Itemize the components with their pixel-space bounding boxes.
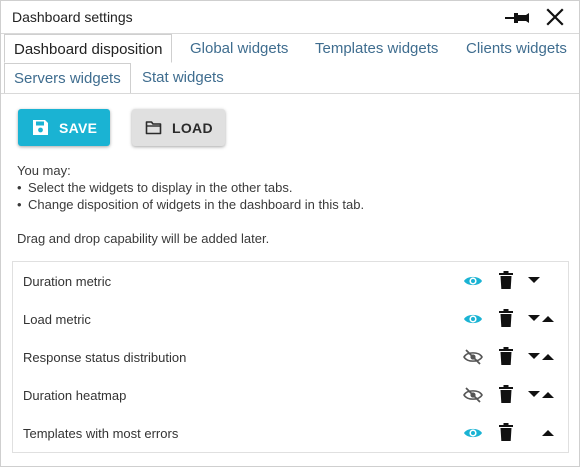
eye-icon[interactable] — [463, 425, 483, 441]
trash-icon[interactable] — [499, 347, 513, 365]
move-up-icon[interactable] — [542, 429, 554, 437]
widget-label: Response status distribution — [23, 350, 187, 365]
folder-icon — [145, 121, 162, 135]
widget-label: Duration heatmap — [23, 388, 127, 403]
close-icon[interactable] — [546, 8, 564, 26]
list-item[interactable]: Templates with most errors — [13, 414, 568, 452]
move-up-icon[interactable] — [542, 315, 554, 323]
move-down-icon[interactable] — [528, 314, 540, 322]
info-intro: You may: — [17, 163, 71, 178]
widget-label: Templates with most errors — [23, 426, 179, 441]
eye-slash-icon[interactable] — [463, 387, 483, 403]
move-up-icon[interactable] — [542, 353, 554, 361]
info-bullet-text: Select the widgets to display in the oth… — [28, 180, 293, 195]
floppy-disk-icon — [33, 120, 48, 135]
move-down-icon[interactable] — [528, 390, 540, 398]
eye-icon[interactable] — [463, 311, 483, 327]
widget-label: Duration metric — [23, 274, 112, 289]
tab-stat-widgets[interactable]: Stat widgets — [133, 63, 233, 93]
trash-icon[interactable] — [499, 309, 513, 327]
tab-clients-widgets[interactable]: Clients widgets — [457, 34, 576, 63]
info-bullet-text: Change disposition of widgets in the das… — [28, 197, 365, 212]
info-note: Drag and drop capability will be added l… — [17, 231, 270, 246]
tab-bar-row-1: Dashboard disposition Global widgets Tem… — [1, 34, 579, 63]
eye-slash-icon[interactable] — [463, 349, 483, 365]
tab-global-widgets[interactable]: Global widgets — [181, 34, 297, 63]
info-bullet: • Change disposition of widgets in the da… — [17, 197, 365, 212]
pin-icon[interactable] — [505, 10, 531, 26]
load-button-label: LOAD — [172, 119, 213, 136]
list-item[interactable]: Duration heatmap — [13, 376, 568, 414]
trash-icon[interactable] — [499, 271, 513, 289]
title-bar: Dashboard settings — [1, 1, 579, 34]
list-item[interactable]: Load metric — [13, 300, 568, 338]
dashboard-settings-dialog: Dashboard settings Dashboard disposition… — [0, 0, 580, 467]
save-button[interactable]: SAVE — [18, 109, 110, 146]
move-up-icon[interactable] — [542, 391, 554, 399]
tab-bar-row-2: Servers widgets Stat widgets — [1, 63, 579, 94]
trash-icon[interactable] — [499, 423, 513, 441]
save-button-label: SAVE — [59, 119, 98, 136]
eye-icon[interactable] — [463, 273, 483, 289]
info-bullet: • Select the widgets to display in the ot… — [17, 180, 293, 195]
tab-servers-widgets[interactable]: Servers widgets — [4, 63, 131, 93]
widget-list: Duration metric Load metric Response sta… — [12, 261, 569, 453]
load-button[interactable]: LOAD — [132, 109, 225, 146]
move-down-icon[interactable] — [528, 276, 540, 284]
list-item[interactable]: Response status distribution — [13, 338, 568, 376]
move-down-icon[interactable] — [528, 352, 540, 360]
list-item[interactable]: Duration metric — [13, 262, 568, 300]
tab-templates-widgets[interactable]: Templates widgets — [306, 34, 447, 63]
dialog-title: Dashboard settings — [12, 9, 133, 25]
trash-icon[interactable] — [499, 385, 513, 403]
tab-dashboard-disposition[interactable]: Dashboard disposition — [4, 34, 173, 63]
widget-label: Load metric — [23, 312, 91, 327]
